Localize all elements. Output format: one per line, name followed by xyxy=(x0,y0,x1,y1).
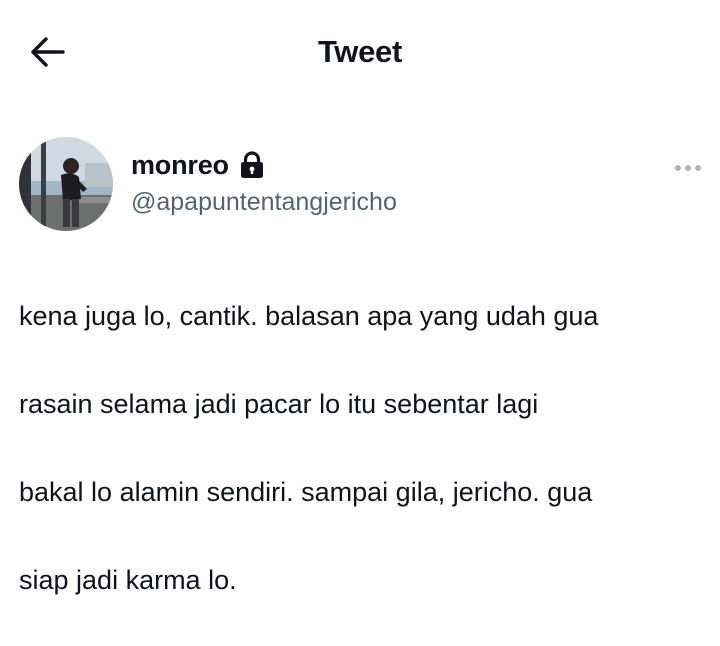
more-options-button[interactable] xyxy=(670,158,706,178)
display-name[interactable]: monreo xyxy=(131,150,229,181)
author-name-row[interactable]: monreo xyxy=(131,150,265,181)
tweet-text-line: siap jadi karma lo. xyxy=(19,565,237,595)
top-bar: Tweet xyxy=(0,0,720,104)
tweet-text: kena juga lo, cantik. balasan apa yang u… xyxy=(19,250,709,646)
more-horizontal-icon xyxy=(675,165,681,171)
tweet-text-line: bakal lo alamin sendiri. sampai gila, je… xyxy=(19,477,593,507)
page-title: Tweet xyxy=(317,34,403,69)
username-handle[interactable]: @apapuntentangjericho xyxy=(131,188,397,217)
lock-icon xyxy=(239,150,265,179)
tweet-text-line: rasain selama jadi pacar lo itu sebentar… xyxy=(19,389,539,419)
tweet-text-line: kena juga lo, cantik. balasan apa yang u… xyxy=(19,301,599,331)
avatar[interactable] xyxy=(19,137,113,231)
